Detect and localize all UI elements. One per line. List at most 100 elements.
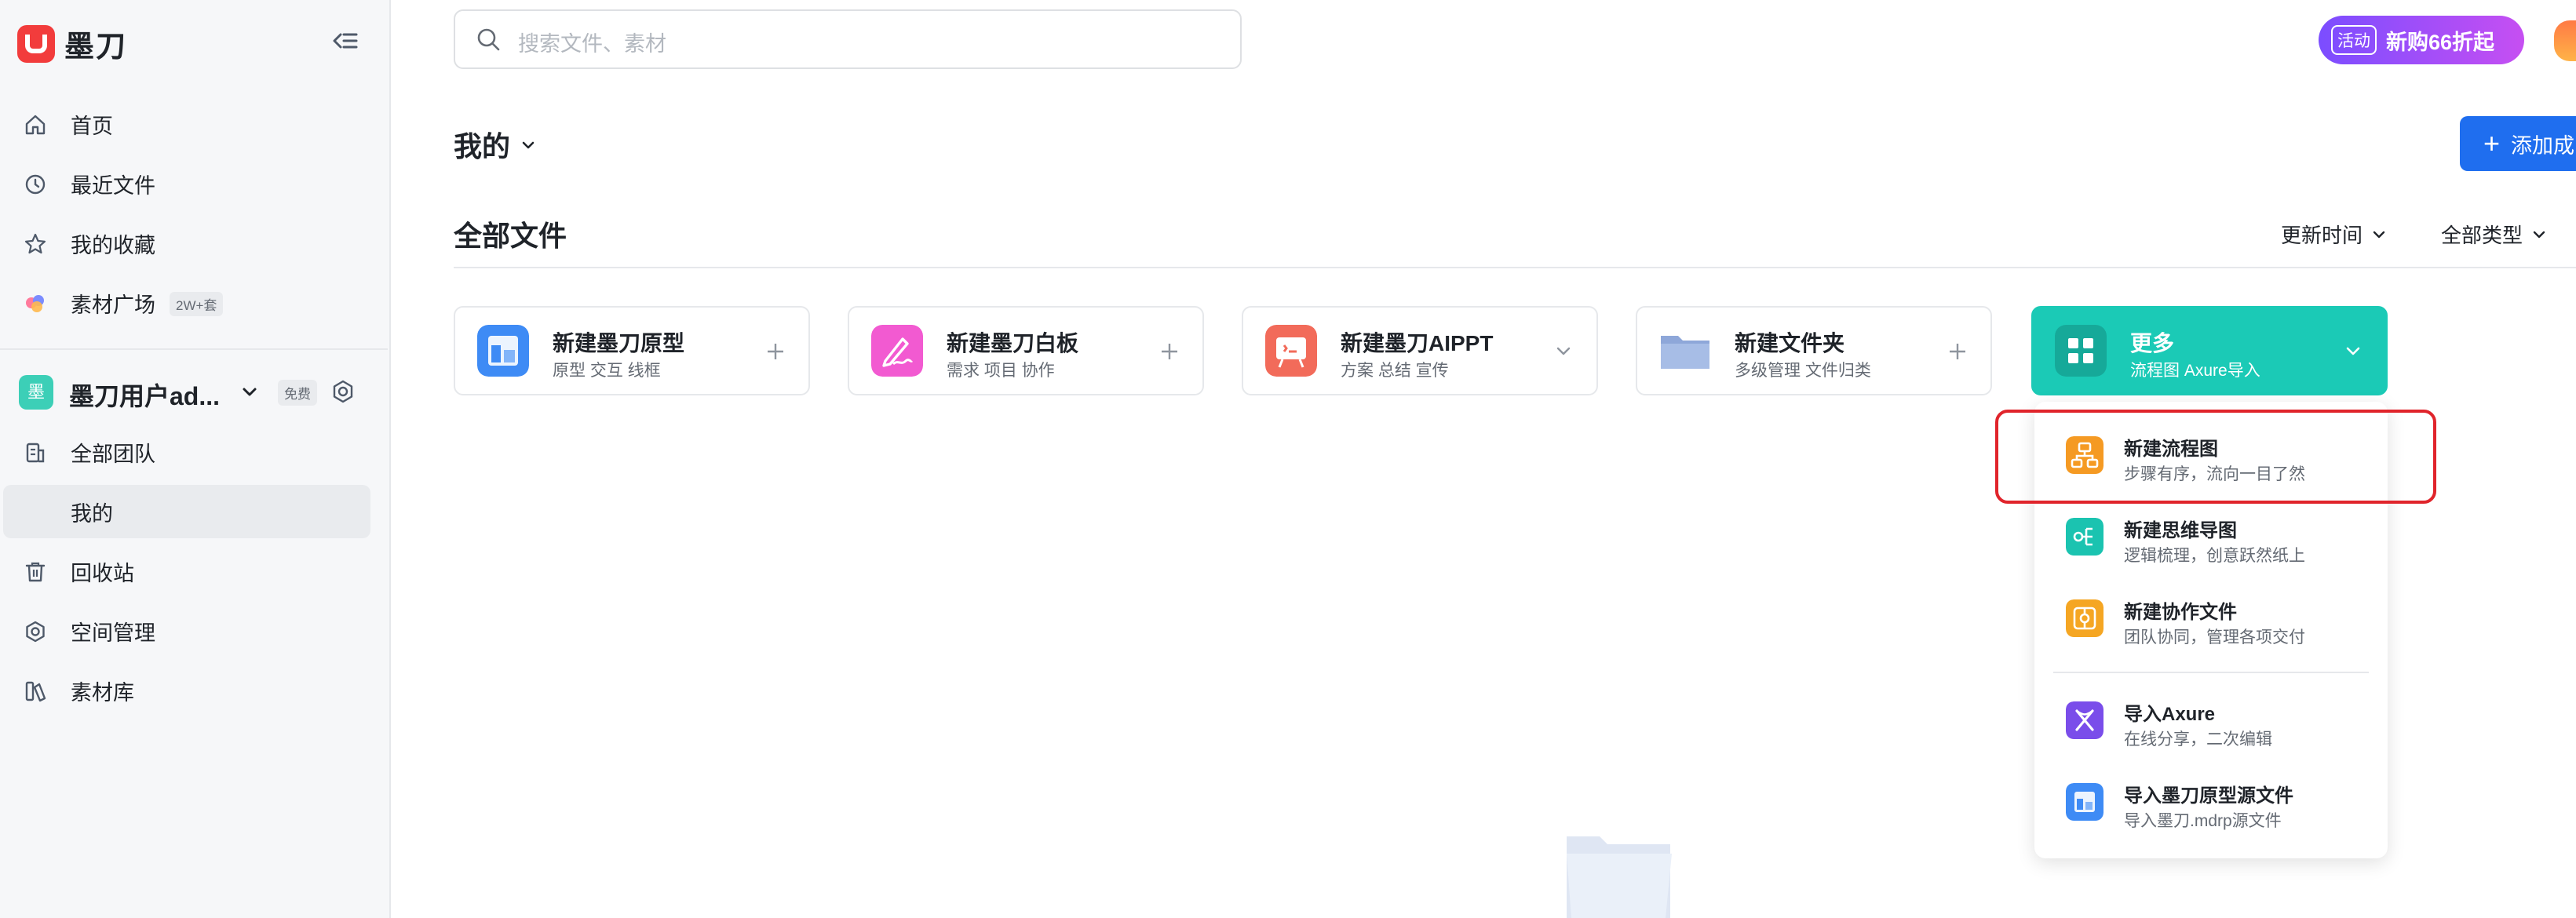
promo-text: 新购66折起	[2386, 30, 2495, 54]
sidebar-item-label: 全部团队	[71, 442, 155, 466]
card-title: 更多	[2130, 331, 2175, 355]
team-document-icon	[26, 443, 45, 463]
sidebar-item-all-teams[interactable]: 全部团队	[3, 425, 370, 479]
sidebar-item-label: 素材库	[71, 680, 134, 705]
card-subtitle: 多级管理 文件归类	[1735, 362, 1871, 380]
clock-icon	[25, 174, 46, 195]
trash-icon	[25, 562, 46, 582]
axure-icon	[2066, 701, 2103, 739]
new-whiteboard-card[interactable]: 新建墨刀白板 需求 项目 协作	[848, 306, 1204, 395]
sidebar-item-favorites[interactable]: 我的收藏	[3, 217, 370, 270]
menu-item-new-mindmap[interactable]: 新建思维导图 逻辑梳理，创意跃然纸上	[2034, 499, 2388, 574]
new-aippt-card[interactable]: 新建墨刀AIPPT 方案 总结 宣传	[1242, 306, 1598, 395]
app-logo[interactable]: 墨刀	[17, 22, 127, 65]
file-type-dropdown[interactable]: 全部类型	[2441, 220, 2548, 249]
material-count-badge: 2W+套	[170, 292, 224, 316]
sidebar-divider	[0, 348, 388, 350]
prototype-file-icon	[2066, 783, 2103, 821]
app-name: 墨刀	[64, 31, 128, 64]
new-prototype-card[interactable]: 新建墨刀原型 原型 交互 线框	[454, 306, 810, 395]
menu-item-subtitle: 导入墨刀.mdrp源文件	[2124, 812, 2282, 830]
menu-item-title: 导入Axure	[2124, 704, 2216, 725]
team-avatar: 墨	[19, 375, 53, 410]
menu-item-title: 新建思维导图	[2124, 520, 2237, 541]
menu-item-new-collab-doc[interactable]: 新建协作文件 团队协同，管理各项交付	[2034, 581, 2388, 656]
search-placeholder: 搜索文件、素材	[518, 32, 666, 56]
card-title: 新建墨刀AIPPT	[1341, 331, 1494, 355]
collapse-sidebar-icon[interactable]	[330, 25, 361, 56]
card-subtitle: 流程图 Axure导入	[2130, 362, 2260, 380]
sidebar-item-label: 首页	[71, 114, 113, 138]
menu-item-subtitle: 逻辑梳理，创意跃然纸上	[2124, 547, 2305, 565]
card-title: 新建墨刀原型	[553, 331, 685, 355]
folder-icon	[1661, 336, 1709, 369]
star-icon	[24, 233, 46, 254]
team-switcher[interactable]: 墨 墨刀用户ad... 免费	[19, 369, 364, 414]
grid-apps-icon	[2055, 325, 2107, 377]
chevron-down-icon	[2346, 347, 2360, 355]
empty-folder-illustration	[1567, 836, 1672, 918]
promo-tag: 活动	[2331, 25, 2377, 55]
sidebar-item-material-plaza[interactable]: 素材广场 2W+套	[3, 276, 370, 330]
mindmap-icon	[2066, 518, 2103, 556]
settings-hex-icon	[26, 621, 45, 643]
sidebar-item-label: 我的收藏	[71, 233, 155, 257]
search-input[interactable]: 搜索文件、素材	[454, 9, 1242, 69]
menu-item-title: 新建协作文件	[2124, 602, 2237, 623]
plan-badge: 免费	[278, 380, 317, 406]
sidebar-item-material-library[interactable]: 素材库	[3, 664, 370, 717]
material-plaza-icon	[26, 295, 44, 312]
menu-item-title: 导入墨刀原型源文件	[2124, 785, 2293, 807]
sidebar-item-home[interactable]: 首页	[3, 97, 370, 151]
team-name: 墨刀用户ad...	[69, 382, 221, 410]
sidebar-item-mine[interactable]: 我的	[3, 485, 370, 538]
chevron-down-icon	[1556, 347, 1571, 355]
sidebar-item-label: 最近文件	[71, 173, 155, 198]
sort-by-time-dropdown[interactable]: 更新时间	[2281, 220, 2388, 249]
sidebar: 墨刀 首页 最近文件 我的收藏 素材广场 2W+套 墨 墨刀用户ad... 免费…	[0, 0, 391, 918]
chevron-down-icon	[2373, 231, 2385, 238]
section-title: 全部文件	[454, 220, 567, 252]
sidebar-item-label: 我的	[71, 501, 113, 526]
new-folder-card[interactable]: 新建文件夹 多级管理 文件归类	[1636, 306, 1992, 395]
chevron-down-icon[interactable]	[239, 381, 261, 403]
collab-doc-icon	[2066, 599, 2103, 637]
card-subtitle: 需求 项目 协作	[947, 362, 1055, 380]
menu-item-import-mdrp[interactable]: 导入墨刀原型源文件 导入墨刀.mdrp源文件	[2034, 764, 2388, 840]
sort-type-label: 全部类型	[2441, 224, 2523, 247]
section-divider	[454, 267, 2576, 268]
promo-banner[interactable]: 活动 新购66折起	[2319, 16, 2524, 64]
sidebar-item-recent[interactable]: 最近文件	[3, 157, 370, 210]
menu-item-subtitle: 团队协同，管理各项交付	[2124, 628, 2305, 647]
library-icon	[25, 681, 46, 702]
sort-time-label: 更新时间	[2281, 224, 2363, 247]
menu-item-subtitle: 在线分享，二次编辑	[2124, 730, 2272, 749]
flowchart-highlight-box	[1995, 410, 2436, 504]
user-avatar[interactable]	[2554, 20, 2576, 61]
gear-icon[interactable]	[330, 378, 356, 405]
whiteboard-icon	[871, 325, 923, 377]
modao-logo-icon	[17, 24, 55, 63]
card-subtitle: 方案 总结 宣传	[1341, 362, 1449, 380]
add-button-label: 添加成	[2511, 133, 2575, 158]
sidebar-item-space-management[interactable]: 空间管理	[3, 604, 370, 658]
plus-icon	[768, 344, 783, 359]
search-icon	[477, 28, 500, 51]
more-create-card[interactable]: 更多 流程图 Axure导入	[2031, 306, 2388, 395]
aippt-icon	[1265, 325, 1317, 377]
sidebar-item-label: 素材广场	[71, 293, 155, 317]
sidebar-item-trash[interactable]: 回收站	[3, 545, 370, 598]
menu-divider	[2053, 672, 2369, 673]
sidebar-item-label: 空间管理	[71, 621, 155, 645]
card-title: 新建文件夹	[1735, 331, 1845, 355]
page-title[interactable]: 我的	[454, 124, 510, 165]
add-member-button[interactable]: + 添加成	[2460, 116, 2576, 171]
prototype-icon	[477, 325, 529, 377]
plus-icon	[1162, 344, 1177, 359]
plus-icon: +	[2483, 127, 2501, 159]
card-title: 新建墨刀白板	[947, 331, 1079, 355]
home-icon	[25, 115, 46, 135]
menu-item-import-axure[interactable]: 导入Axure 在线分享，二次编辑	[2034, 683, 2388, 758]
chevron-down-icon[interactable]	[518, 135, 538, 155]
sidebar-item-label: 回收站	[71, 561, 134, 585]
